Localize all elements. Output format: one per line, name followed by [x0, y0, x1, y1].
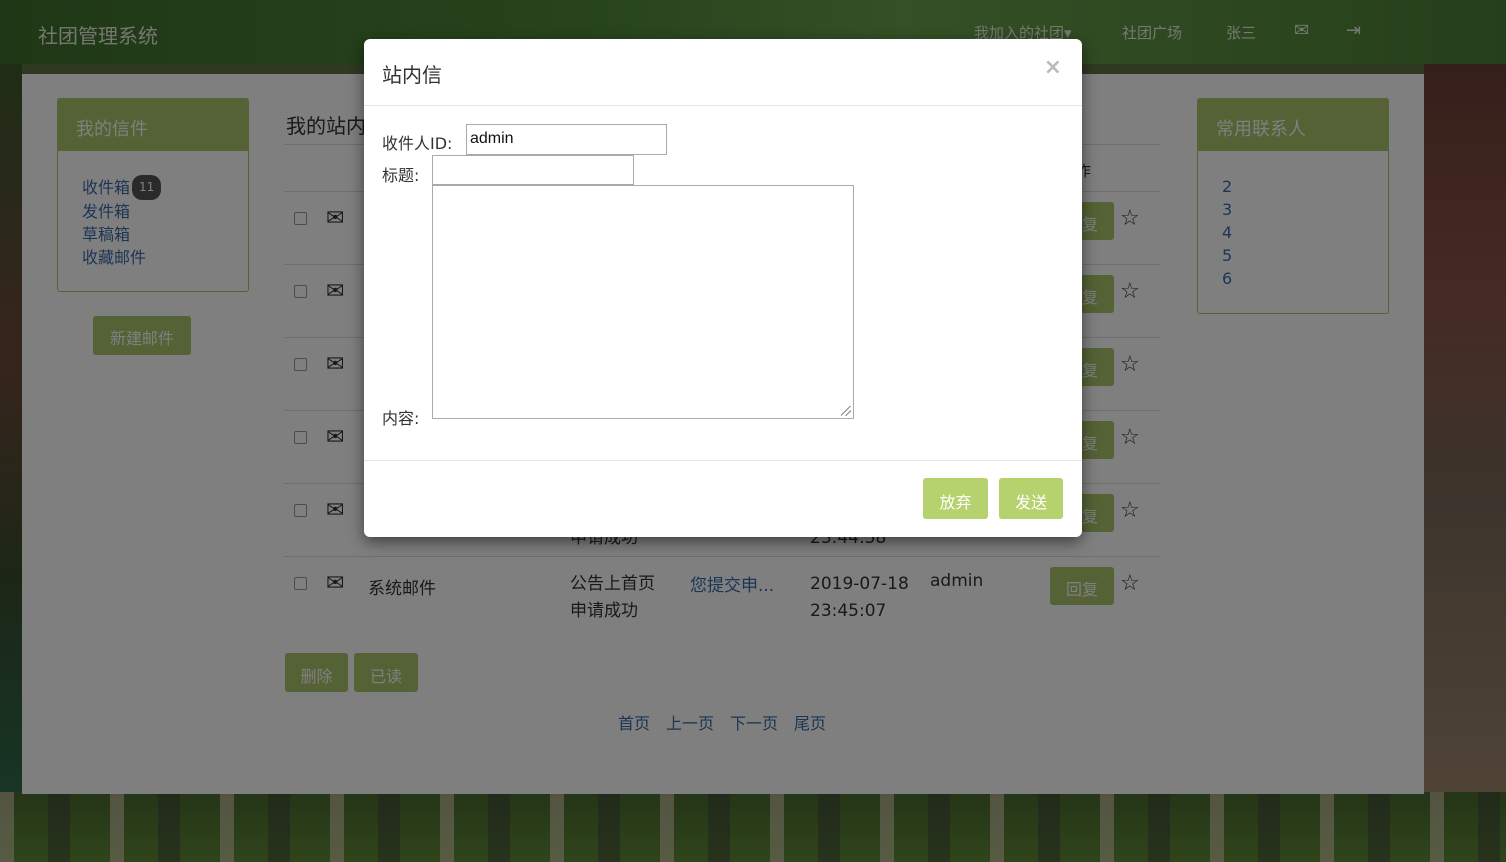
subject-input[interactable] — [432, 155, 634, 185]
discard-button[interactable]: 放弃 — [923, 478, 988, 519]
resize-handle[interactable] — [841, 406, 851, 416]
modal-footer-divider — [364, 460, 1082, 461]
modal-header-divider — [364, 105, 1082, 106]
content-label: 内容: — [382, 409, 420, 428]
compose-message-modal: 站内信 × 收件人ID: admin 标题: 内容: 放弃 发送 — [364, 39, 1082, 537]
close-icon[interactable]: × — [1044, 55, 1062, 80]
modal-title: 站内信 — [382, 63, 442, 87]
recipient-input[interactable]: admin — [466, 124, 667, 155]
recipient-label: 收件人ID: — [382, 134, 453, 153]
subject-label: 标题: — [382, 166, 420, 185]
content-textarea[interactable] — [432, 185, 854, 419]
send-button[interactable]: 发送 — [999, 478, 1063, 519]
